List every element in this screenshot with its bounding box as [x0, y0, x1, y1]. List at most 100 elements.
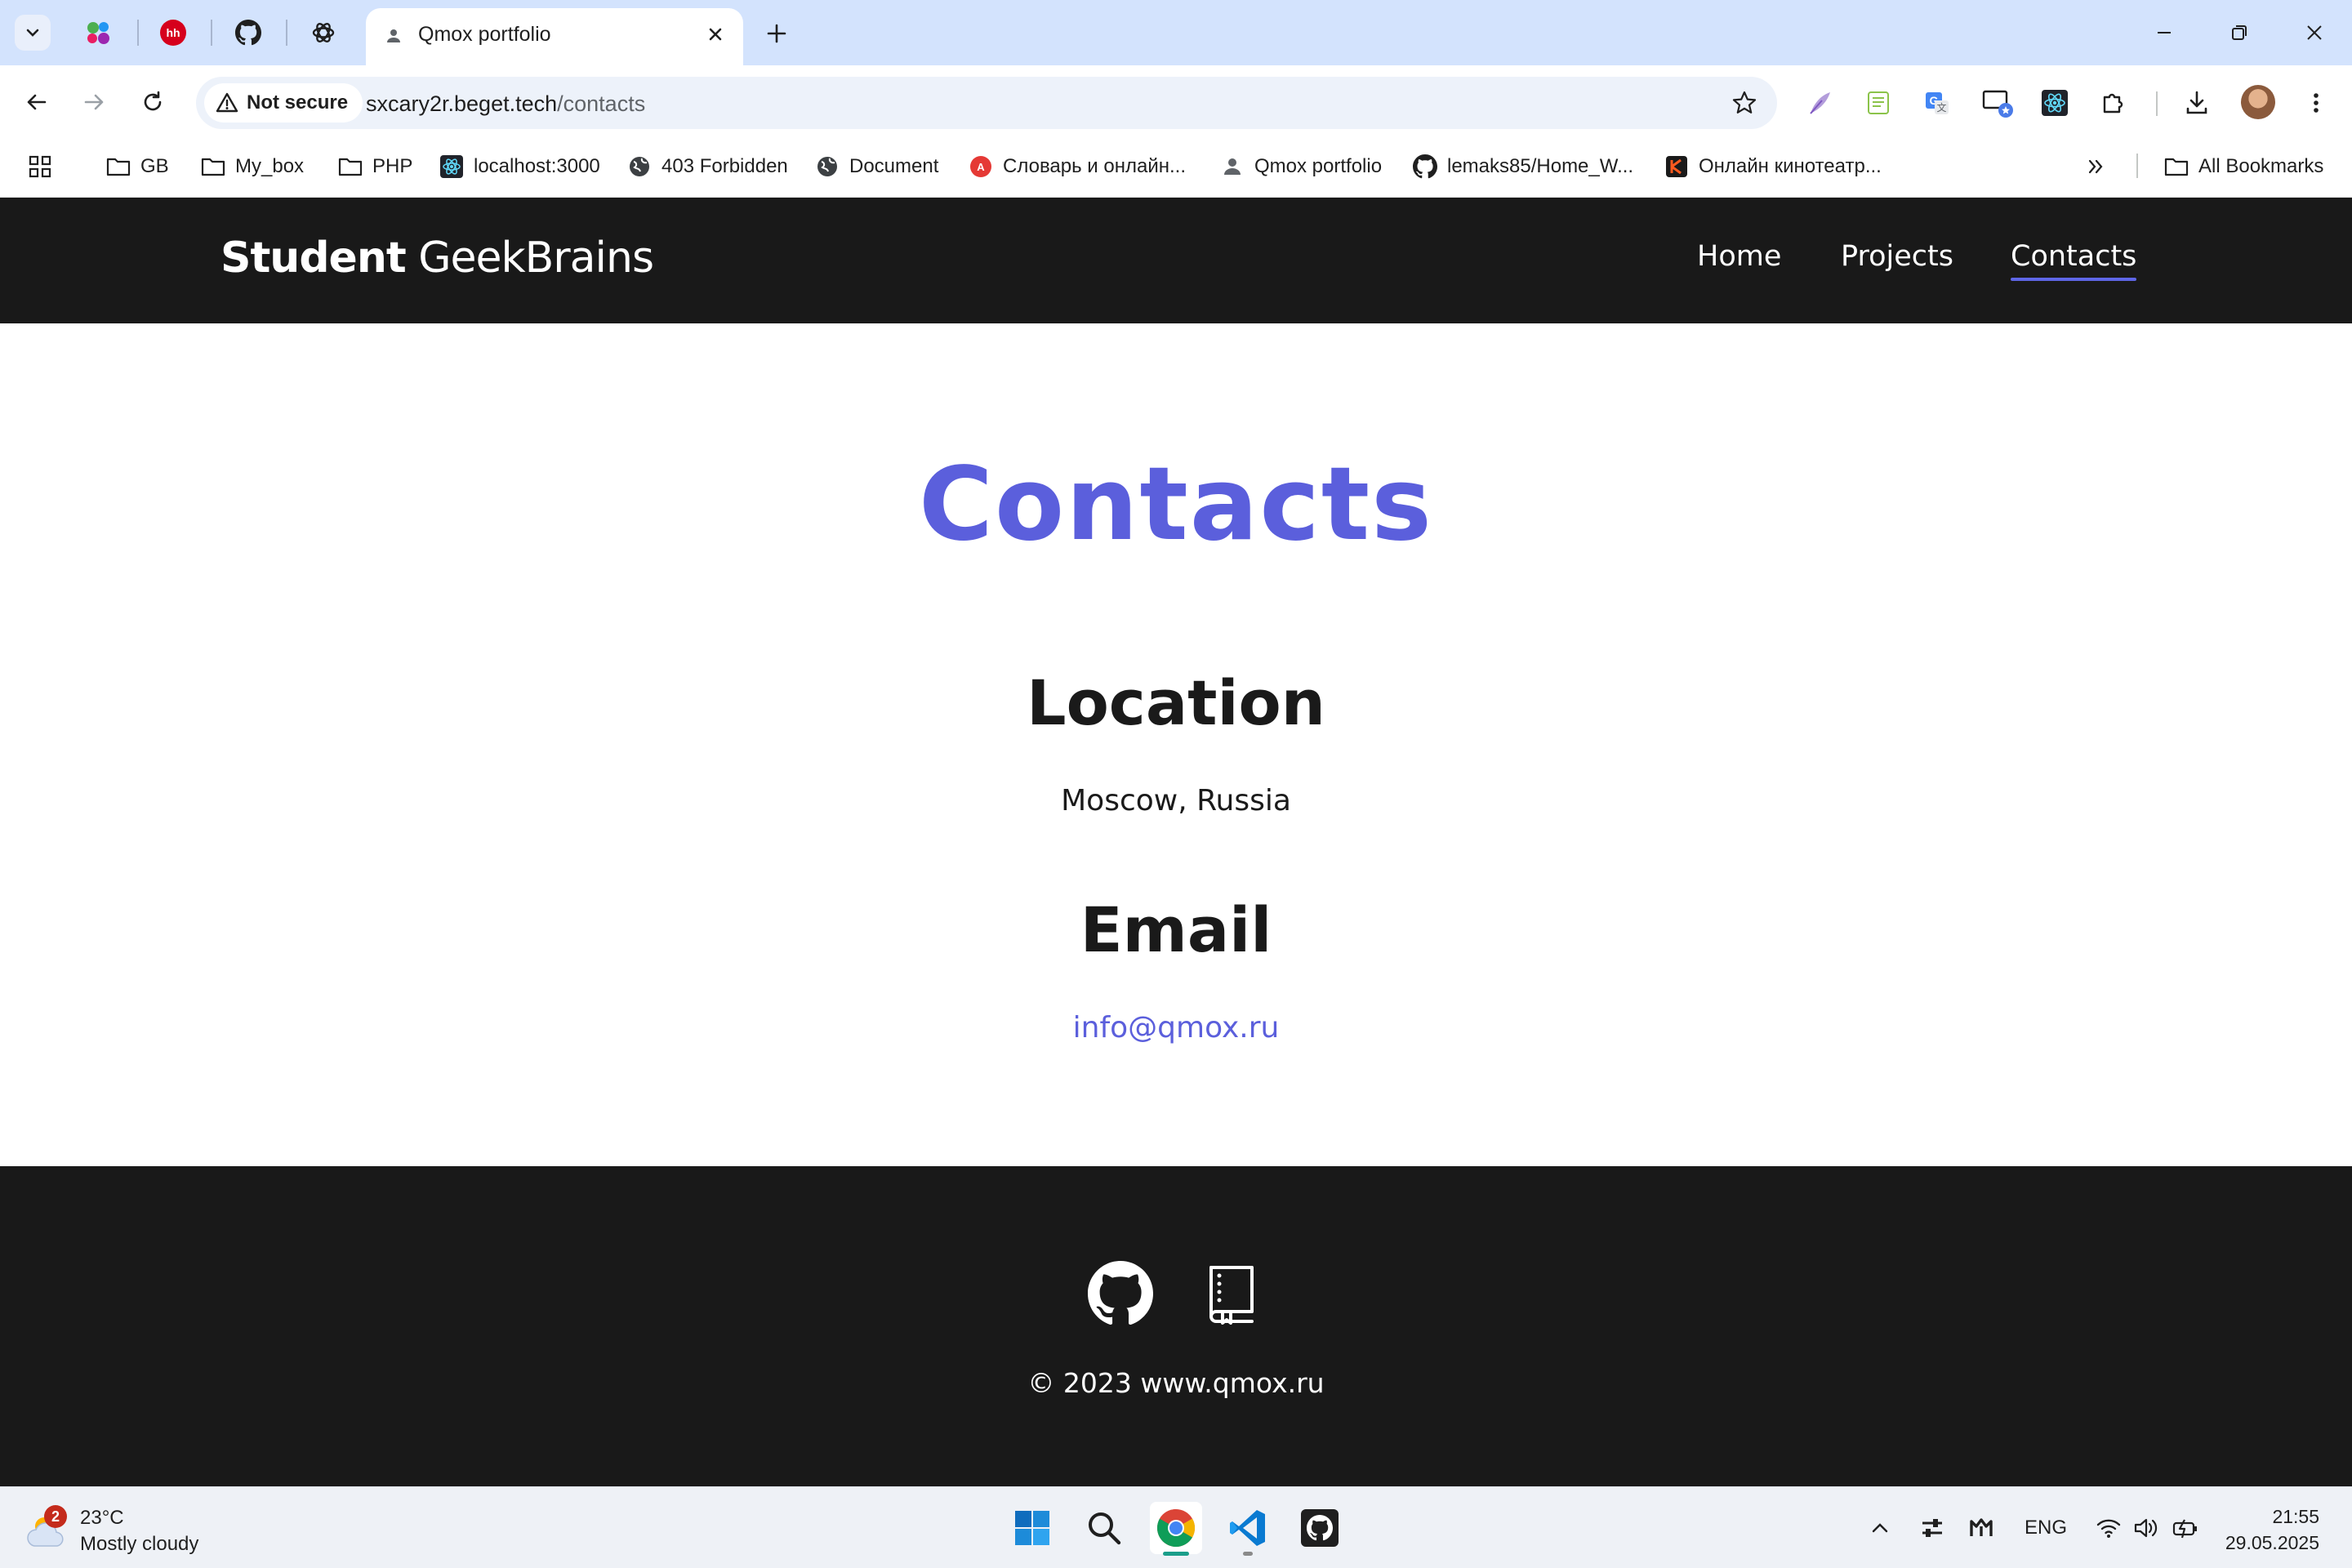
- tab-qmox-portfolio[interactable]: Qmox portfolio: [366, 8, 743, 65]
- url-host: sxcary2r.beget.tech: [366, 91, 558, 116]
- clock-date: 29.05.2025: [2225, 1532, 2319, 1553]
- tab-close-button[interactable]: [702, 21, 728, 47]
- extension-translate[interactable]: G文: [1921, 87, 1953, 119]
- apps-grid-icon: [29, 155, 51, 178]
- pinned-tab-openai[interactable]: [307, 16, 340, 49]
- footer-book-link[interactable]: [1199, 1261, 1264, 1326]
- wifi-status[interactable]: [2092, 1512, 2125, 1544]
- bookmark-item[interactable]: My_box: [201, 150, 304, 183]
- address-bar[interactable]: Not secure sxcary2r.beget.tech/contacts: [196, 77, 1777, 129]
- close-window-button[interactable]: [2295, 15, 2334, 51]
- taskbar-chrome[interactable]: [1150, 1502, 1202, 1556]
- svg-text:文: 文: [1936, 101, 1946, 114]
- sliders-icon: [1922, 1519, 1942, 1537]
- folder-icon: [2164, 154, 2189, 179]
- tray-mail-app[interactable]: [1963, 1512, 1999, 1544]
- double-chevron-right-icon: [2088, 159, 2103, 174]
- bookmark-item[interactable]: Qmox portfolio: [1220, 150, 1382, 183]
- warning-icon: [216, 92, 238, 113]
- folder-icon: [201, 154, 225, 179]
- bookmark-label: localhost:3000: [474, 155, 600, 177]
- globe-icon: [815, 154, 840, 179]
- email-link[interactable]: info@qmox.ru: [1073, 1011, 1280, 1045]
- extension-cast[interactable]: [1981, 87, 2014, 119]
- bookmark-item[interactable]: PHP: [338, 150, 412, 183]
- system-clock[interactable]: 21:55 29.05.2025: [2225, 1503, 2319, 1556]
- site-footer: © 2023 www.qmox.ru: [0, 1166, 2352, 1486]
- bookmark-item[interactable]: GB: [106, 150, 169, 183]
- downloads-button[interactable]: [2180, 87, 2213, 119]
- bookmark-item[interactable]: localhost:3000: [439, 150, 600, 183]
- pinned-tab-hh[interactable]: hh: [157, 16, 189, 49]
- battery-status[interactable]: [2169, 1512, 2202, 1544]
- person-icon: [1220, 154, 1245, 179]
- react-icon: [439, 154, 464, 179]
- weather-widget[interactable]: 2 23°C Mostly cloudy: [24, 1505, 198, 1557]
- browser-tab-bar: hh Qmox portfolio: [0, 0, 2352, 65]
- extension-notes[interactable]: [1862, 87, 1895, 119]
- bookmark-item[interactable]: Онлайн кинотеатр...: [1664, 150, 1882, 183]
- restore-icon: [2232, 25, 2247, 40]
- bookmark-item[interactable]: A Словарь и онлайн...: [969, 150, 1186, 183]
- taskbar-search-button[interactable]: [1078, 1502, 1130, 1554]
- puzzle-icon: [2103, 93, 2123, 114]
- taskbar-github-desktop[interactable]: [1294, 1502, 1346, 1554]
- bookmark-item[interactable]: 403 Forbidden: [627, 150, 788, 183]
- new-tab-button[interactable]: [760, 16, 794, 51]
- restore-button[interactable]: [2220, 15, 2259, 51]
- minimize-button[interactable]: [2145, 15, 2184, 51]
- mail-app-icon: [1970, 1518, 1993, 1536]
- url-text[interactable]: sxcary2r.beget.tech/contacts: [366, 91, 645, 117]
- forward-button[interactable]: [75, 83, 113, 121]
- github-icon: [1088, 1261, 1153, 1325]
- extension-quill[interactable]: [1803, 87, 1836, 119]
- extension-react-devtools[interactable]: [2038, 87, 2071, 119]
- cast-icon: [1982, 90, 2013, 118]
- brand-rest: GeekBrains: [405, 234, 654, 283]
- reload-button[interactable]: [134, 83, 172, 121]
- nav-contacts[interactable]: Contacts: [2011, 240, 2137, 281]
- github-desktop-icon: [1301, 1509, 1339, 1547]
- arrow-left-icon: [27, 94, 47, 110]
- search-icon: [1089, 1512, 1121, 1545]
- bookmark-item[interactable]: lemaks85/Home_W...: [1413, 150, 1633, 183]
- back-button[interactable]: [18, 83, 56, 121]
- email-heading: Email: [1080, 893, 1272, 966]
- bookmarks-bar: GB My_box PHP localhost:3000 403 Forbidden Do…: [0, 137, 2352, 198]
- footer-github-link[interactable]: [1088, 1261, 1153, 1326]
- tab-search-button[interactable]: [15, 15, 51, 51]
- tray-settings-app[interactable]: [1914, 1512, 1950, 1544]
- apps-button[interactable]: [28, 150, 52, 183]
- nav-projects[interactable]: Projects: [1841, 240, 1953, 273]
- chrome-icon: [1156, 1508, 1196, 1548]
- taskbar-vscode[interactable]: [1222, 1502, 1274, 1556]
- bookmark-star-button[interactable]: [1728, 87, 1761, 119]
- more-vertical-icon: [2314, 93, 2319, 113]
- show-hidden-icons-button[interactable]: [1864, 1512, 1896, 1544]
- bookmark-item[interactable]: Document: [815, 150, 938, 183]
- folder-icon: [106, 154, 131, 179]
- extensions-button[interactable]: [2097, 87, 2130, 119]
- site-brand-logo[interactable]: Student GeekBrains: [220, 234, 654, 283]
- volume-status[interactable]: [2130, 1512, 2163, 1544]
- close-icon: [709, 28, 722, 41]
- copyright-text: © 2023 www.qmox.ru: [1027, 1367, 1325, 1399]
- bookmarks-overflow-button[interactable]: [2086, 150, 2105, 183]
- chevron-down-icon: [26, 29, 39, 37]
- hh-icon: hh: [160, 20, 186, 46]
- site-info-button[interactable]: Not secure: [204, 83, 363, 122]
- bookmark-label: PHP: [372, 155, 413, 177]
- input-language-button[interactable]: ENG: [2017, 1512, 2074, 1544]
- nav-home[interactable]: Home: [1697, 240, 1781, 273]
- download-icon: [2186, 91, 2207, 114]
- folder-icon: [338, 154, 363, 179]
- globe-icon: [627, 154, 652, 179]
- profile-avatar[interactable]: [2241, 85, 2275, 119]
- browser-menu-button[interactable]: [2300, 87, 2332, 119]
- url-path: /contacts: [557, 91, 646, 116]
- cluster-icon: [87, 22, 109, 44]
- pinned-tab-github[interactable]: [232, 16, 265, 49]
- start-button[interactable]: [1006, 1502, 1058, 1554]
- all-bookmarks-button[interactable]: All Bookmarks: [2164, 150, 2323, 183]
- pinned-tab-cluster[interactable]: [82, 16, 114, 49]
